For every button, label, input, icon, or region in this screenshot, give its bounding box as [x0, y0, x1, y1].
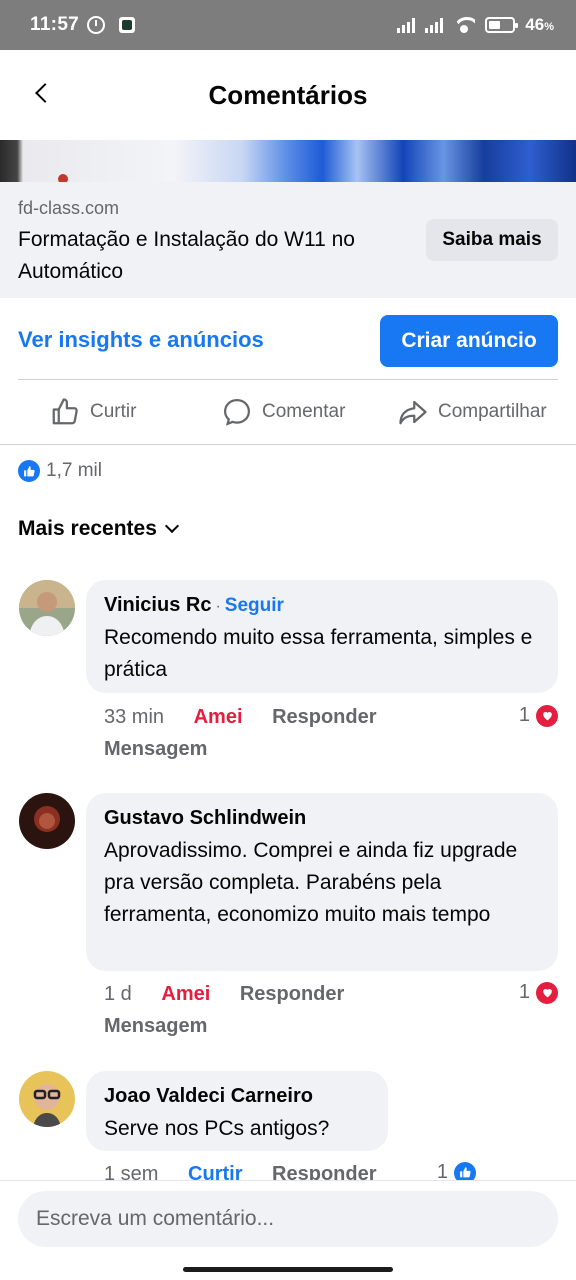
- comment-composer-bar: Escreva um comentário...: [0, 1180, 576, 1280]
- reaction-count: 1,7 mil: [46, 460, 102, 481]
- divider: [0, 444, 576, 445]
- comment-label: Comentar: [262, 401, 346, 422]
- insights-link[interactable]: Ver insights e anúncios: [18, 327, 264, 353]
- reply-button[interactable]: Responder: [240, 983, 344, 1006]
- comment-text: Recomendo muito essa ferramenta, simples…: [104, 626, 533, 681]
- divider: [18, 379, 558, 380]
- reply-button[interactable]: Responder: [272, 706, 376, 729]
- avatar[interactable]: [19, 1071, 75, 1127]
- comment-bubble-icon: [223, 398, 251, 426]
- avatar[interactable]: [19, 793, 75, 849]
- share-arrow-icon: [399, 400, 427, 425]
- app-notification-icon: [119, 17, 136, 33]
- post-action-bar: Curtir Comentar Compartilhar: [0, 381, 576, 443]
- header: Comentários: [0, 50, 576, 140]
- home-indicator[interactable]: [183, 1267, 393, 1272]
- heart-icon: [536, 704, 558, 727]
- comment-bubble[interactable]: Vinicius Rc · Seguir Recomendo muito essa …: [86, 580, 558, 693]
- ad-image[interactable]: [0, 140, 576, 182]
- signal-icon: [397, 17, 416, 33]
- create-ad-button[interactable]: Criar anúncio: [380, 315, 558, 367]
- comment-actions: 33 min Amei Responder: [104, 706, 401, 729]
- ad-headline: Formatação e Instalação do W11 no Automá…: [18, 228, 355, 283]
- comment-bubble[interactable]: Joao Valdeci Carneiro Serve nos PCs anti…: [86, 1071, 388, 1151]
- avatar[interactable]: [19, 580, 75, 636]
- comment-reaction-count[interactable]: 1: [519, 981, 558, 1004]
- comment-actions: 1 d Amei Responder: [104, 983, 368, 1006]
- reaction-number: 1: [518, 981, 530, 1003]
- reaction-summary[interactable]: 1,7 mil: [18, 460, 102, 482]
- status-bar: 11:57 46%: [0, 0, 576, 50]
- heart-icon: [536, 981, 558, 1004]
- follow-link[interactable]: Seguir: [225, 595, 284, 616]
- comment-input[interactable]: Escreva um comentário...: [18, 1191, 558, 1247]
- wifi-icon: [453, 17, 475, 33]
- message-button[interactable]: Mensagem: [104, 738, 207, 761]
- share-label: Compartilhar: [438, 401, 547, 422]
- sort-dropdown[interactable]: Mais recentes: [18, 517, 179, 541]
- like-reaction-icon: [18, 460, 40, 482]
- page-title: Comentários: [208, 79, 368, 110]
- comment-text: Serve nos PCs antigos?: [104, 1117, 330, 1140]
- reaction-number: 1: [518, 704, 530, 726]
- thumbs-up-icon: [52, 398, 78, 425]
- ad-link-card[interactable]: fd-class.com Formatação e Instalação do …: [0, 182, 576, 298]
- like-button[interactable]: Curtir: [50, 381, 136, 443]
- comment-time: 33 min: [104, 706, 165, 728]
- battery-icon: [485, 17, 519, 33]
- reaction-button[interactable]: Amei: [194, 706, 243, 729]
- reaction-button[interactable]: Amei: [161, 983, 210, 1006]
- signal-icon-2: [425, 17, 444, 33]
- battery-level: 46%: [525, 15, 554, 34]
- message-button[interactable]: Mensagem: [104, 1015, 207, 1038]
- comment-reaction-count[interactable]: 1: [519, 704, 558, 727]
- comment-author[interactable]: Gustavo Schlindwein: [104, 805, 540, 831]
- sort-label: Mais recentes: [18, 517, 157, 540]
- share-button[interactable]: Compartilhar: [398, 381, 547, 443]
- alarm-icon: [87, 16, 106, 34]
- status-time: 11:57: [30, 14, 80, 35]
- ad-domain: fd-class.com: [18, 198, 120, 218]
- learn-more-button[interactable]: Saiba mais: [426, 219, 558, 261]
- comment-author[interactable]: Vinicius Rc: [104, 594, 211, 616]
- comment-text: Aprovadissimo. Comprei e ainda fiz upgra…: [104, 839, 518, 926]
- chevron-down-icon: [164, 518, 179, 534]
- comment-button[interactable]: Comentar: [222, 381, 345, 443]
- like-label: Curtir: [90, 401, 137, 422]
- back-arrow-icon[interactable]: [30, 80, 58, 108]
- comment-bubble[interactable]: Gustavo Schlindwein Aprovadissimo. Compr…: [86, 793, 558, 971]
- comment-time: 1 d: [104, 983, 132, 1005]
- comment-author[interactable]: Joao Valdeci Carneiro: [104, 1083, 370, 1109]
